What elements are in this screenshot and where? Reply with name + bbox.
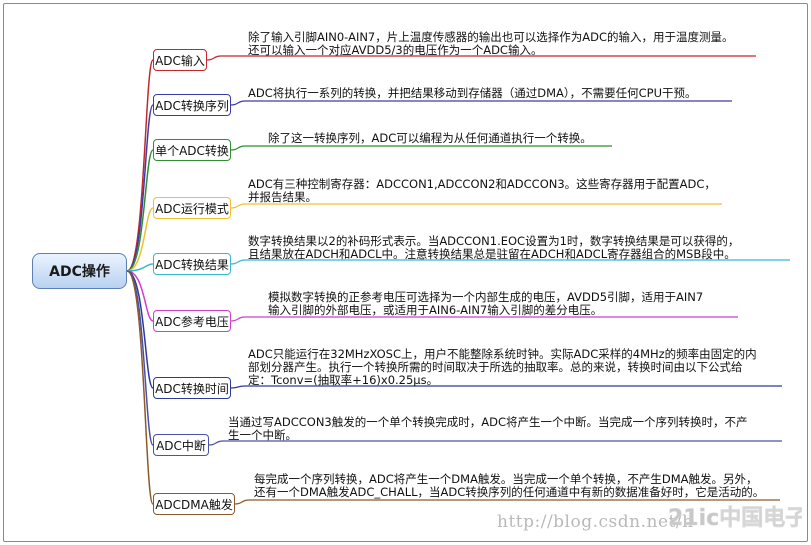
- branch-description: 除了这一转换序列，ADC可以编程为从任何通道执行一个转换。: [268, 131, 592, 145]
- branch-node-conversion-time[interactable]: ADC转换时间: [153, 377, 231, 399]
- branch-description: 当通过写ADCCON3触发的一个单个转换完成时，ADC将产生一个中断。当完成一个…: [228, 415, 748, 442]
- branch-label: ADCDMA触发: [155, 497, 233, 512]
- description-underline: [230, 145, 612, 151]
- branch-description: 除了输入引脚AIN0-AIN7，片上温度传感器的输出也可以选择作为ADC的输入，…: [248, 30, 734, 57]
- svg-text:21ic中国电子网: 21ic中国电子网: [668, 506, 802, 531]
- branch-node-dma-trigger[interactable]: ADCDMA触发: [153, 493, 235, 515]
- branch-label: 单个ADC转换: [155, 143, 229, 158]
- branch-description: 模拟数字转换的正参考电压可选择为一个内部生成的电压，AVDD5引脚，适用于AIN…: [268, 290, 704, 317]
- branch-description: ADC有三种控制寄存器：ADCCON1,ADCCON2和ADCCON3。这些寄存…: [248, 177, 716, 204]
- branch-node-conversion-sequence[interactable]: ADC转换序列: [153, 94, 231, 116]
- branch-description: 数字转换结果以2的补码形式表示。当ADCCON1.EOC设置为1时，数字转换结果…: [248, 234, 740, 261]
- description-underline: [230, 203, 722, 209]
- branch-label: ADC参考电压: [155, 314, 229, 329]
- watermark-url: http://blog.csdn.net/h: [497, 512, 694, 532]
- site-logo: 21ic中国电子网: [668, 506, 802, 532]
- description-underline: [230, 100, 732, 106]
- branch-node-adc-input[interactable]: ADC输入: [153, 49, 207, 71]
- branch-label: ADC输入: [155, 53, 205, 68]
- branch-node-conversion-result[interactable]: ADC转换结果: [153, 253, 231, 275]
- branch-description: ADC将执行一系列的转换，并把结果移动到存储器（通过DMA），不需要任何CPU干…: [248, 86, 697, 100]
- branch-label: ADC转换序列: [155, 98, 229, 113]
- branch-label: ADC转换时间: [155, 381, 229, 396]
- branch-label: ADC转换结果: [155, 257, 229, 272]
- branch-node-reference-voltage[interactable]: ADC参考电压: [153, 310, 231, 332]
- branch-node-single-conversion[interactable]: 单个ADC转换: [153, 139, 231, 161]
- branch-description: ADC只能运行在32MHzXOSC上，用户不能整除系统时钟。实际ADC采样的4M…: [248, 347, 757, 387]
- branch-description: 每完成一个序列转换，ADC将产生一个DMA触发。当完成一个单个转换，不产生DMA…: [254, 472, 765, 499]
- branch-node-operating-mode[interactable]: ADC运行模式: [153, 197, 231, 219]
- root-node[interactable]: ADC操作: [32, 253, 127, 289]
- branch-label: ADC运行模式: [155, 201, 229, 216]
- branch-connector: [126, 270, 154, 446]
- branch-label: ADC中断: [156, 438, 206, 453]
- branch-node-interrupt[interactable]: ADC中断: [153, 434, 209, 456]
- root-label: ADC操作: [49, 264, 110, 280]
- branch-connector: [126, 104, 154, 272]
- description-underline: [230, 316, 738, 322]
